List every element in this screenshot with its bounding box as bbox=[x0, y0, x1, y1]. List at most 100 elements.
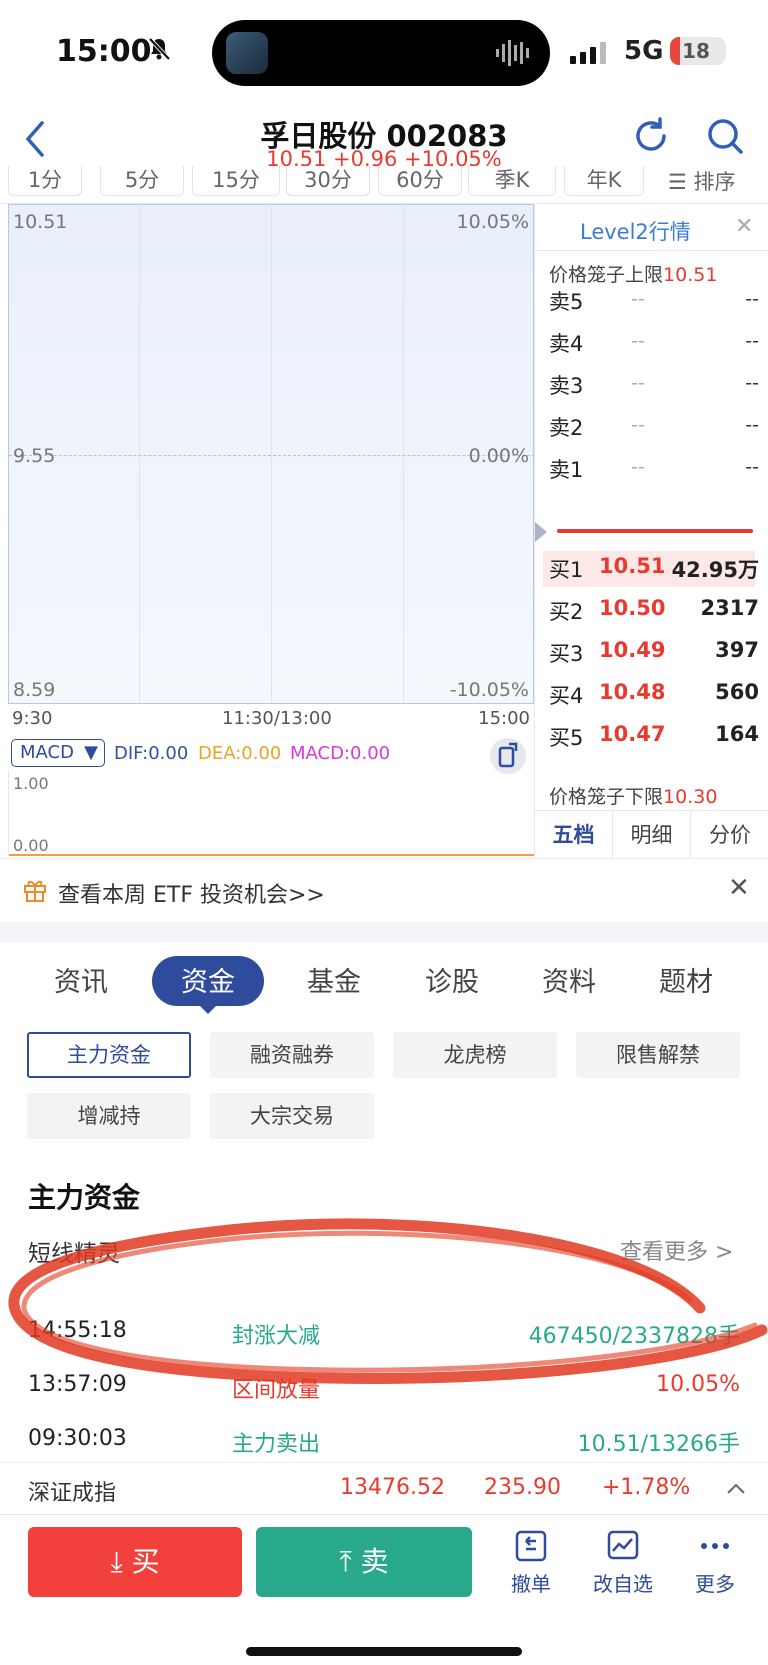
ask-price: -- bbox=[631, 372, 645, 394]
chip-margin[interactable]: 融资融券 bbox=[210, 1032, 374, 1078]
edit-watchlist-button[interactable]: 改自选 bbox=[588, 1529, 658, 1597]
buy-label: 买 bbox=[131, 1545, 160, 1578]
signal-type: 封涨大减 bbox=[232, 1324, 321, 1349]
tab-profile[interactable]: 资料 bbox=[514, 960, 624, 999]
time-end: 15:00 bbox=[478, 708, 530, 729]
bid-volume: 164 bbox=[715, 722, 759, 746]
tab-price-dist[interactable]: 分价 bbox=[691, 811, 768, 859]
tab-capital[interactable]: 资金 bbox=[153, 960, 263, 999]
gift-icon bbox=[24, 880, 46, 902]
upper-limit-label: 价格笼子上限 bbox=[549, 264, 664, 286]
sort-label: 排序 bbox=[693, 170, 736, 194]
ask-price: -- bbox=[631, 330, 645, 352]
bottom-action-bar: ⤓ 买 ⤒ 卖 撤单 改自选 更多 bbox=[0, 1514, 768, 1665]
cancel-order-button[interactable]: 撤单 bbox=[496, 1529, 566, 1597]
ask-row: 卖1 -- -- bbox=[549, 454, 759, 490]
signal-value: 10.51/13266手 bbox=[577, 1432, 740, 1457]
more-button[interactable]: 更多 bbox=[680, 1529, 750, 1597]
signal-type: 区间放量 bbox=[232, 1378, 321, 1403]
indicator-select-label: MACD bbox=[20, 742, 74, 763]
ask-volume: -- bbox=[745, 414, 759, 436]
bid-price: 10.50 bbox=[599, 596, 666, 620]
chevron-up-icon[interactable] bbox=[726, 1481, 746, 1495]
section-title: 主力资金 bbox=[28, 1181, 141, 1214]
index-ticker[interactable]: 深证成指 13476.52 235.90 +1.78% bbox=[0, 1462, 768, 1514]
signal-value: 10.05% bbox=[656, 1372, 740, 1397]
index-pct: +1.78% bbox=[602, 1475, 691, 1500]
network-type: 5G bbox=[624, 36, 664, 66]
ask-row: 卖5 -- -- bbox=[549, 286, 759, 322]
ask-row: 卖4 -- -- bbox=[549, 328, 759, 364]
tab-fund[interactable]: 基金 bbox=[279, 960, 389, 999]
fund-signal-row[interactable]: 09:30:03 主力卖出 10.51/13266手 bbox=[0, 1414, 768, 1464]
ask-price: -- bbox=[631, 456, 645, 478]
chip-block-trade[interactable]: 大宗交易 bbox=[210, 1093, 374, 1139]
ask-price: -- bbox=[631, 288, 645, 310]
upper-limit-value: 10.51 bbox=[663, 264, 718, 286]
macd-y-bot: 0.00 bbox=[13, 836, 49, 855]
period-tab[interactable]: 5分 bbox=[100, 166, 184, 196]
ask-volume: -- bbox=[745, 288, 759, 310]
chip-unlock[interactable]: 限售解禁 bbox=[576, 1032, 740, 1078]
view-more-link[interactable]: 查看更多 > bbox=[620, 1234, 733, 1266]
macd-y-top: 1.00 bbox=[13, 774, 49, 793]
sell-icon: ⤒ bbox=[339, 1545, 361, 1578]
index-name: 深证成指 bbox=[28, 1481, 117, 1506]
tab-diagnosis[interactable]: 诊股 bbox=[397, 960, 507, 999]
period-tab[interactable]: 季K bbox=[468, 166, 556, 196]
close-icon[interactable]: ✕ bbox=[735, 214, 753, 239]
search-icon[interactable] bbox=[706, 117, 744, 155]
close-icon[interactable]: ✕ bbox=[728, 873, 750, 903]
orderbook-title[interactable]: Level2行情 bbox=[580, 216, 691, 246]
sort-button[interactable]: ☰ 排序 bbox=[668, 166, 736, 196]
chip-holdings-change[interactable]: 增减持 bbox=[27, 1093, 191, 1139]
index-change: 235.90 bbox=[484, 1475, 561, 1500]
bid-row: 买3 10.49 397 bbox=[549, 638, 759, 674]
chip-main-capital[interactable]: 主力资金 bbox=[27, 1032, 191, 1078]
time-axis: 9:30 11:30/13:00 15:00 bbox=[8, 704, 534, 734]
bid-label: 买3 bbox=[549, 642, 584, 666]
period-tab[interactable]: 30分 bbox=[286, 166, 370, 196]
edit-watchlist-label: 改自选 bbox=[593, 1572, 653, 1596]
promo-banner[interactable]: 查看本周 ETF 投资机会>> ✕ bbox=[0, 858, 768, 922]
chip-dragon-tiger[interactable]: 龙虎榜 bbox=[393, 1032, 557, 1078]
lower-limit-label: 价格笼子下限 bbox=[549, 786, 664, 808]
tab-theme[interactable]: 题材 bbox=[631, 960, 741, 999]
status-time: 15:00 bbox=[56, 34, 152, 69]
rotate-screen-button[interactable] bbox=[490, 738, 526, 774]
prev-close-line bbox=[9, 455, 535, 456]
indicator-select[interactable]: MACD ▼ bbox=[11, 739, 105, 767]
subsection-title: 短线精灵 bbox=[28, 1241, 120, 1267]
pct-mid-label: 0.00% bbox=[468, 445, 529, 467]
ask-label: 卖4 bbox=[549, 332, 584, 356]
period-tab[interactable]: 15分 bbox=[192, 166, 280, 196]
intraday-chart[interactable]: 10.51 9.55 8.59 10.05% 0.00% -10.05% bbox=[8, 204, 535, 704]
buy-button[interactable]: ⤓ 买 bbox=[28, 1527, 242, 1597]
lower-limit: 价格笼子下限10.30 bbox=[549, 782, 717, 809]
sort-icon: ☰ bbox=[668, 170, 694, 194]
sell-button[interactable]: ⤒ 卖 bbox=[256, 1527, 472, 1597]
period-tab[interactable]: 60分 bbox=[378, 166, 462, 196]
bid-price: 10.49 bbox=[599, 638, 666, 662]
bid-row: 买5 10.47 164 bbox=[549, 722, 759, 758]
ask-volume: -- bbox=[745, 330, 759, 352]
bid-volume: 2317 bbox=[700, 596, 759, 620]
bid-volume: 560 bbox=[715, 680, 759, 704]
tab-five-levels[interactable]: 五档 bbox=[535, 811, 613, 859]
signal-time: 13:57:09 bbox=[28, 1372, 127, 1397]
ask-label: 卖2 bbox=[549, 416, 584, 440]
period-tab[interactable]: 1分 bbox=[8, 166, 82, 196]
fund-signal-row[interactable]: 13:57:09 区间放量 10.05% bbox=[0, 1360, 768, 1410]
period-tab[interactable]: 年K bbox=[564, 166, 644, 196]
tab-detail[interactable]: 明细 bbox=[613, 811, 691, 859]
macd-value: MACD:0.00 bbox=[290, 743, 391, 764]
refresh-icon[interactable] bbox=[632, 117, 670, 155]
signal-type: 主力卖出 bbox=[232, 1432, 321, 1457]
content-tabs: 资讯 资金 基金 诊股 资料 题材 bbox=[0, 942, 768, 1022]
tab-news[interactable]: 资讯 bbox=[26, 960, 136, 999]
cellular-signal-icon bbox=[570, 42, 606, 64]
cancel-order-icon bbox=[515, 1530, 547, 1562]
period-tabs: 1分 5分 15分 30分 60分 季K 年K ☰ 排序 bbox=[0, 166, 768, 204]
ask-volume: -- bbox=[745, 456, 759, 478]
fund-signal-row[interactable]: 14:55:18 封涨大减 467450/2337828手 bbox=[0, 1306, 768, 1356]
